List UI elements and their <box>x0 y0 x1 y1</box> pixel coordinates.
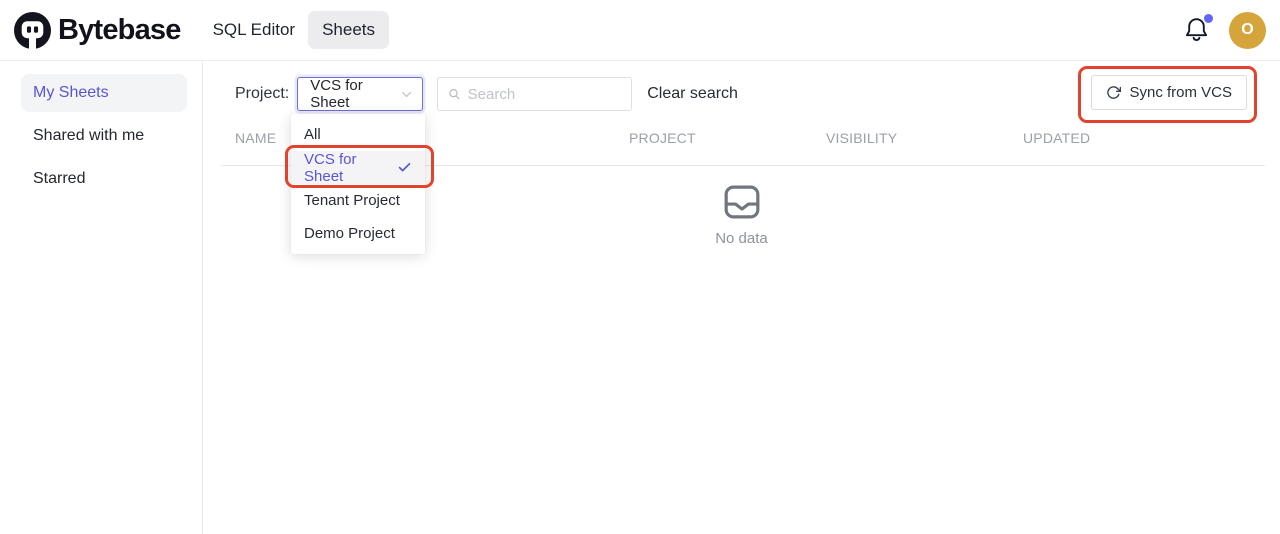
empty-state-label: No data <box>715 230 768 247</box>
chevron-down-icon <box>400 88 413 101</box>
sidebar-item-label: Starred <box>33 170 85 188</box>
project-select-value: VCS for Sheet <box>310 77 400 111</box>
notifications-button[interactable] <box>1184 16 1210 44</box>
menu-option-vcs-for-sheet[interactable]: VCS for Sheet <box>291 151 425 184</box>
menu-option-tenant-project[interactable]: Tenant Project <box>291 184 425 217</box>
bytebase-logo-icon <box>14 12 51 49</box>
top-header: Bytebase SQL Editor Sheets O <box>0 0 1280 61</box>
notification-dot <box>1204 14 1213 23</box>
sheets-toolbar: Project: VCS for Sheet Clear search <box>235 76 1090 112</box>
header-actions: O <box>1184 12 1266 49</box>
sidebar-item-label: Shared with me <box>33 127 144 145</box>
sidebar-item-shared-with-me[interactable]: Shared with me <box>21 117 187 155</box>
sidebar-item-label: My Sheets <box>33 84 109 102</box>
sidebar-item-my-sheets[interactable]: My Sheets <box>21 74 187 112</box>
sync-button-label: Sync from VCS <box>1129 84 1232 101</box>
sync-icon <box>1106 85 1121 100</box>
menu-option-label: VCS for Sheet <box>304 151 397 185</box>
menu-option-all[interactable]: All <box>291 118 425 151</box>
project-dropdown-menu: All VCS for Sheet Tenant Project Demo Pr… <box>291 114 425 254</box>
inbox-icon <box>723 183 761 221</box>
column-header-project: PROJECT <box>615 130 812 146</box>
menu-option-demo-project[interactable]: Demo Project <box>291 217 425 250</box>
search-input[interactable] <box>468 86 622 103</box>
search-box <box>437 77 632 111</box>
project-select[interactable]: VCS for Sheet <box>297 77 423 111</box>
sync-from-vcs-button[interactable]: Sync from VCS <box>1091 75 1247 110</box>
menu-option-label: All <box>304 126 321 143</box>
clear-search-button[interactable]: Clear search <box>647 85 738 103</box>
column-header-visibility: VISIBILITY <box>812 130 1009 146</box>
tab-sheets[interactable]: Sheets <box>308 11 389 49</box>
top-nav: SQL Editor Sheets <box>211 11 389 49</box>
brand-title: Bytebase <box>58 14 181 47</box>
menu-option-label: Demo Project <box>304 225 395 242</box>
sidebar-item-starred[interactable]: Starred <box>21 160 187 198</box>
column-header-updated: UPDATED <box>1009 130 1265 146</box>
check-icon <box>397 160 412 175</box>
project-label: Project: <box>235 85 289 103</box>
avatar[interactable]: O <box>1229 12 1266 49</box>
search-icon <box>448 87 460 101</box>
tab-sql-editor[interactable]: SQL Editor <box>211 11 298 49</box>
page-body: My Sheets Shared with me Starred Project… <box>0 61 1280 534</box>
main-content: Project: VCS for Sheet Clear search <box>203 61 1280 534</box>
menu-option-label: Tenant Project <box>304 192 400 209</box>
sidebar: My Sheets Shared with me Starred <box>0 61 203 534</box>
